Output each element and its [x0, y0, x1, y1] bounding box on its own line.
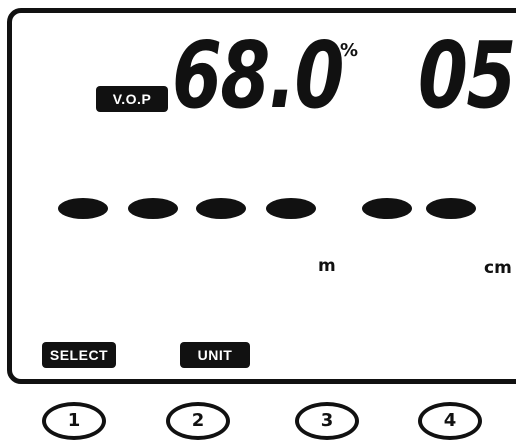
dash-segment	[266, 198, 316, 219]
dash-segment	[58, 198, 108, 219]
dash-segment	[128, 198, 178, 219]
dash-segment	[362, 198, 412, 219]
unit-m-label: m	[318, 256, 336, 276]
dash-segment	[196, 198, 246, 219]
button-1[interactable]: 1	[42, 402, 106, 440]
button-3[interactable]: 3	[295, 402, 359, 440]
unit-softkey-label: UNIT	[180, 342, 250, 368]
dash-segment	[426, 198, 476, 219]
select-softkey-label: SELECT	[42, 342, 116, 368]
unit-cm-label: cm	[484, 258, 512, 278]
dash-segment-row	[0, 0, 516, 445]
button-2[interactable]: 2	[166, 402, 230, 440]
button-4[interactable]: 4	[418, 402, 482, 440]
